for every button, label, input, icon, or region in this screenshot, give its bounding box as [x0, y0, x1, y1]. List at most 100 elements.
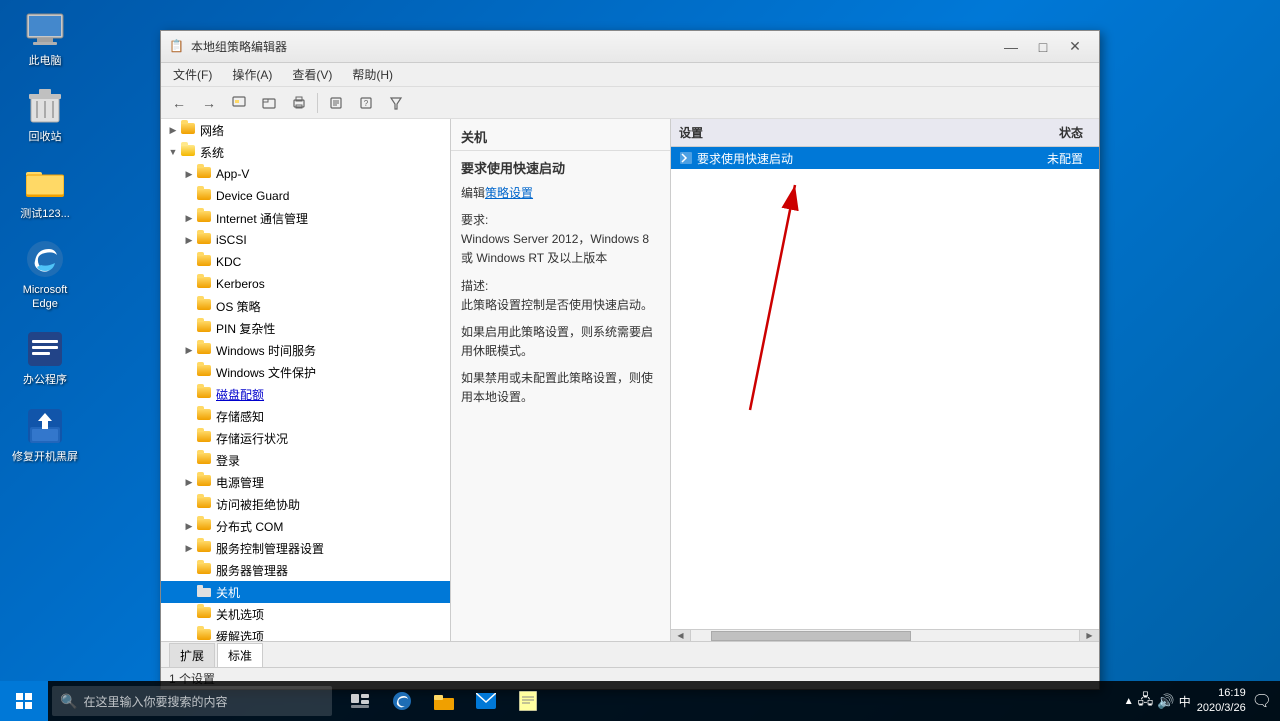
start-button[interactable]	[0, 681, 48, 721]
tree-item-diskquota[interactable]: ▶ 磁盘配额	[161, 383, 450, 405]
tree-item-internet[interactable]: ▶ Internet 通信管理	[161, 207, 450, 229]
taskbar-edge-icon[interactable]	[382, 681, 422, 721]
folder-icon-login	[197, 453, 213, 467]
maximize-button[interactable]: □	[1027, 34, 1059, 60]
right-row-fastboot[interactable]: 要求使用快速启动 未配置	[671, 147, 1099, 169]
tree-item-access[interactable]: ▶ 访问被拒绝协助	[161, 493, 450, 515]
tree-label-shutdownopt: 关机选项	[216, 606, 264, 623]
tree-item-system[interactable]: ▼ 系统	[161, 141, 450, 163]
right-hscrollbar[interactable]: ◀ ▶	[671, 629, 1099, 641]
svg-text:?: ?	[364, 99, 369, 108]
folder-icon-distcom	[197, 519, 213, 533]
tree-item-iscsi[interactable]: ▶ iSCSI	[161, 229, 450, 251]
desktop-icon-recycle-label: 回收站	[29, 130, 62, 144]
desktop-icon-recycle-bin[interactable]: 回收站	[10, 86, 80, 144]
toolbar-help[interactable]: ?	[352, 90, 380, 116]
tree-item-winfile[interactable]: ▶ Windows 文件保护	[161, 361, 450, 383]
tree-item-appv[interactable]: ▶ App-V	[161, 163, 450, 185]
tree-item-wintime[interactable]: ▶ Windows 时间服务	[161, 339, 450, 361]
tree-expand-iscsi[interactable]: ▶	[181, 232, 197, 248]
tree-item-mitigation[interactable]: ▶ 缓解选项	[161, 625, 450, 641]
menu-view[interactable]: 查看(V)	[284, 64, 340, 85]
menu-action[interactable]: 操作(A)	[224, 64, 280, 85]
tree-label-access: 访问被拒绝协助	[216, 496, 300, 513]
desktop-icon-edge[interactable]: Microsoft Edge	[10, 239, 80, 312]
detail1-section: 如果启用此策略设置，则系统需要启用休眠模式。	[461, 323, 660, 361]
tree-expand-distcom[interactable]: ▶	[181, 518, 197, 534]
toolbar-back[interactable]: ←	[165, 90, 193, 116]
folder-icon-internet	[197, 211, 213, 225]
desktop-icon-restore-label: 修复开机黑屏	[12, 450, 78, 464]
desktop-icon-folder[interactable]: 测试123...	[10, 163, 80, 221]
folder-icon-mitigation	[197, 629, 213, 641]
tree-expand-network[interactable]: ▶	[165, 122, 181, 138]
tree-expand-appv[interactable]: ▶	[181, 166, 197, 182]
taskbar-search[interactable]: 🔍 在这里输入你要搜索的内容	[52, 686, 332, 716]
tree-item-power[interactable]: ▶ 电源管理	[161, 471, 450, 493]
desktop-icon-app-label: 办公程序	[23, 373, 67, 387]
tree-label-iscsi: iSCSI	[216, 233, 247, 247]
tree-item-storage[interactable]: ▶ 存储感知	[161, 405, 450, 427]
menu-file[interactable]: 文件(F)	[165, 64, 220, 85]
tree-label-pin: PIN 复杂性	[216, 320, 275, 337]
toolbar-folder[interactable]	[255, 90, 283, 116]
tree-item-pin[interactable]: ▶ PIN 复杂性	[161, 317, 450, 339]
desktop-icon-restore[interactable]: 修复开机黑屏	[10, 406, 80, 464]
tree-expand-scm[interactable]: ▶	[181, 540, 197, 556]
toolbar-print[interactable]	[285, 90, 313, 116]
tray-notification[interactable]: 🗨	[1252, 691, 1272, 711]
tree-label-network: 网络	[200, 122, 224, 139]
tree-item-shutdownopt[interactable]: ▶ 关机选项	[161, 603, 450, 625]
folder-icon-power	[197, 475, 213, 489]
folder-icon-deviceguard	[197, 189, 213, 203]
description-text: 此策略设置控制是否使用快速启动。	[461, 296, 660, 315]
tree-label-scm: 服务控制管理器设置	[216, 540, 324, 557]
tree-expand-system[interactable]: ▼	[165, 144, 181, 160]
taskbar-mail-icon[interactable]	[466, 681, 506, 721]
tree-label-power: 电源管理	[216, 474, 264, 491]
tab-standard[interactable]: 标准	[217, 643, 263, 667]
edit-link[interactable]: 策略设置	[485, 186, 533, 200]
tray-volume-icon: 🔊	[1157, 693, 1174, 710]
tree-expand-wintime[interactable]: ▶	[181, 342, 197, 358]
taskbar-clock[interactable]: 16:19 2020/3/26	[1197, 686, 1246, 717]
toolbar-filter[interactable]	[382, 90, 410, 116]
taskbar-explorer-icon[interactable]	[424, 681, 464, 721]
tree-item-servermgr[interactable]: ▶ 服务器管理器	[161, 559, 450, 581]
tab-extend[interactable]: 扩展	[169, 643, 215, 667]
toolbar-properties[interactable]	[322, 90, 350, 116]
tree-item-os[interactable]: ▶ OS 策略	[161, 295, 450, 317]
middle-header: 关机	[451, 119, 670, 151]
minimize-button[interactable]: —	[995, 34, 1027, 60]
close-button[interactable]: ✕	[1059, 34, 1091, 60]
taskbar-notepad-icon[interactable]	[508, 681, 548, 721]
toolbar-up[interactable]	[225, 90, 253, 116]
tree-item-scm[interactable]: ▶ 服务控制管理器设置	[161, 537, 450, 559]
folder-icon-iscsi	[197, 233, 213, 247]
tree-item-kdc[interactable]: ▶ KDC	[161, 251, 450, 273]
toolbar-forward[interactable]: →	[195, 90, 223, 116]
content-area: ▶ 网络 ▼ 系统 ▶ App-V ▶	[161, 119, 1099, 641]
tray-up-arrow[interactable]: ▲	[1124, 696, 1134, 707]
tree-item-distcom[interactable]: ▶ 分布式 COM	[161, 515, 450, 537]
desktop-icon-this-pc[interactable]: 此电脑	[10, 10, 80, 68]
tree-item-shutdown[interactable]: ▶ 关机	[161, 581, 450, 603]
title-bar: 📋 本地组策略编辑器 — □ ✕	[161, 31, 1099, 63]
tree-item-deviceguard[interactable]: ▶ Device Guard	[161, 185, 450, 207]
tree-item-login[interactable]: ▶ 登录	[161, 449, 450, 471]
tree-expand-power[interactable]: ▶	[181, 474, 197, 490]
folder-icon-system	[181, 145, 197, 159]
tree-item-storagestate[interactable]: ▶ 存储运行状况	[161, 427, 450, 449]
folder-icon-winfile	[197, 365, 213, 379]
toolbar: ← → ?	[161, 87, 1099, 119]
tree-label-winfile: Windows 文件保护	[216, 364, 316, 381]
menu-help[interactable]: 帮助(H)	[344, 64, 401, 85]
tree-panel[interactable]: ▶ 网络 ▼ 系统 ▶ App-V ▶	[161, 119, 451, 641]
detail1-text: 如果启用此策略设置，则系统需要启用休眠模式。	[461, 323, 660, 361]
desktop-icon-app[interactable]: 办公程序	[10, 329, 80, 387]
tree-item-network[interactable]: ▶ 网络	[161, 119, 450, 141]
taskbar-task-view[interactable]	[340, 681, 380, 721]
tree-item-kerberos[interactable]: ▶ Kerberos	[161, 273, 450, 295]
tree-expand-internet[interactable]: ▶	[181, 210, 197, 226]
tree-label-login: 登录	[216, 452, 240, 469]
